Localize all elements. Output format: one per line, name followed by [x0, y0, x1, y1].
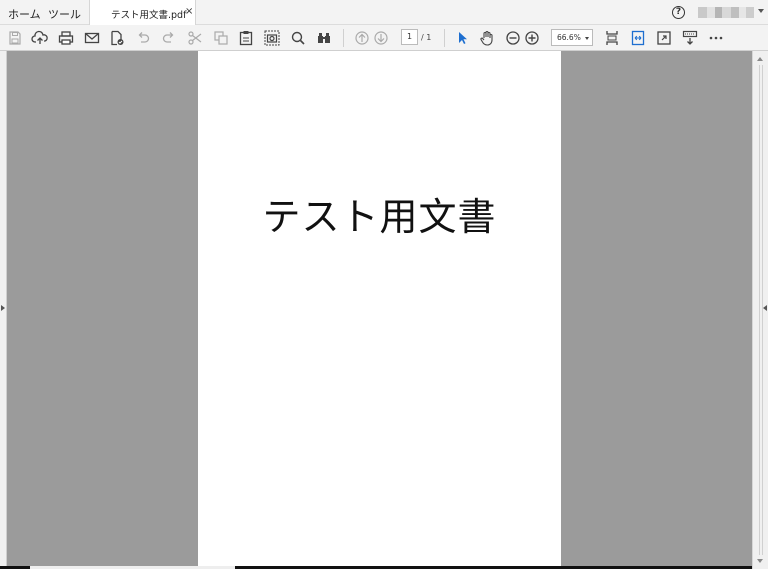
page-up-icon[interactable]	[353, 29, 371, 47]
vertical-scrollbar[interactable]	[752, 51, 768, 569]
chevron-right-icon	[1, 305, 5, 311]
undo-icon[interactable]	[134, 29, 152, 47]
account-name-block	[698, 7, 707, 18]
scroll-down-icon[interactable]	[757, 559, 763, 563]
chevron-down-icon	[585, 37, 589, 40]
left-panel-toggle[interactable]	[0, 51, 7, 569]
fit-width-icon[interactable]	[629, 29, 647, 47]
copy-icon[interactable]	[212, 29, 230, 47]
tab-tools[interactable]: ツール	[48, 6, 81, 22]
account-name-block	[722, 7, 731, 18]
close-icon[interactable]: ×	[185, 6, 193, 17]
paste-icon[interactable]	[237, 29, 255, 47]
print-icon[interactable]	[57, 29, 75, 47]
document-page[interactable]: テスト用文書	[198, 51, 561, 569]
account-name-block	[707, 7, 715, 18]
select-cursor-icon[interactable]	[453, 29, 471, 47]
upload-icon[interactable]	[31, 29, 49, 47]
account-menu[interactable]	[698, 7, 756, 18]
chevron-down-icon[interactable]	[758, 9, 764, 13]
tab-home[interactable]: ホーム	[8, 6, 41, 22]
tab-document[interactable]: テスト用文書.pdf ×	[89, 0, 196, 25]
account-name-block	[715, 7, 722, 18]
scroll-up-icon[interactable]	[757, 57, 763, 61]
tab-bar: ホーム ツール テスト用文書.pdf × ?	[0, 0, 768, 25]
search-icon[interactable]	[289, 29, 307, 47]
help-icon[interactable]: ?	[672, 6, 685, 19]
page-number-input[interactable]: 1	[401, 29, 418, 45]
chevron-left-icon[interactable]	[763, 305, 767, 311]
redo-icon[interactable]	[160, 29, 178, 47]
tab-document-label: テスト用文書.pdf	[111, 10, 187, 21]
zoom-in-icon[interactable]	[523, 29, 541, 47]
full-screen-icon[interactable]	[655, 29, 673, 47]
more-icon[interactable]	[707, 29, 725, 47]
page-total: / 1	[421, 33, 432, 42]
find-binoculars-icon[interactable]	[315, 29, 333, 47]
toolbar: 1 / 1 66.6%	[0, 25, 768, 51]
zoom-select[interactable]: 66.6%	[551, 29, 593, 46]
save-icon[interactable]	[6, 29, 24, 47]
account-name-block	[739, 7, 746, 18]
protect-file-icon[interactable]	[108, 29, 126, 47]
document-text: テスト用文書	[262, 195, 497, 239]
read-mode-icon[interactable]	[681, 29, 699, 47]
mail-icon[interactable]	[83, 29, 101, 47]
hand-tool-icon[interactable]	[478, 29, 496, 47]
account-name-block	[731, 7, 739, 18]
cut-icon[interactable]	[186, 29, 204, 47]
snapshot-icon[interactable]	[263, 29, 281, 47]
toolbar-separator	[444, 29, 445, 47]
page-down-icon[interactable]	[372, 29, 390, 47]
zoom-value: 66.6%	[557, 33, 581, 42]
account-name-block	[746, 7, 754, 18]
fit-page-icon[interactable]	[603, 29, 621, 47]
zoom-out-icon[interactable]	[504, 29, 522, 47]
toolbar-separator	[343, 29, 344, 47]
